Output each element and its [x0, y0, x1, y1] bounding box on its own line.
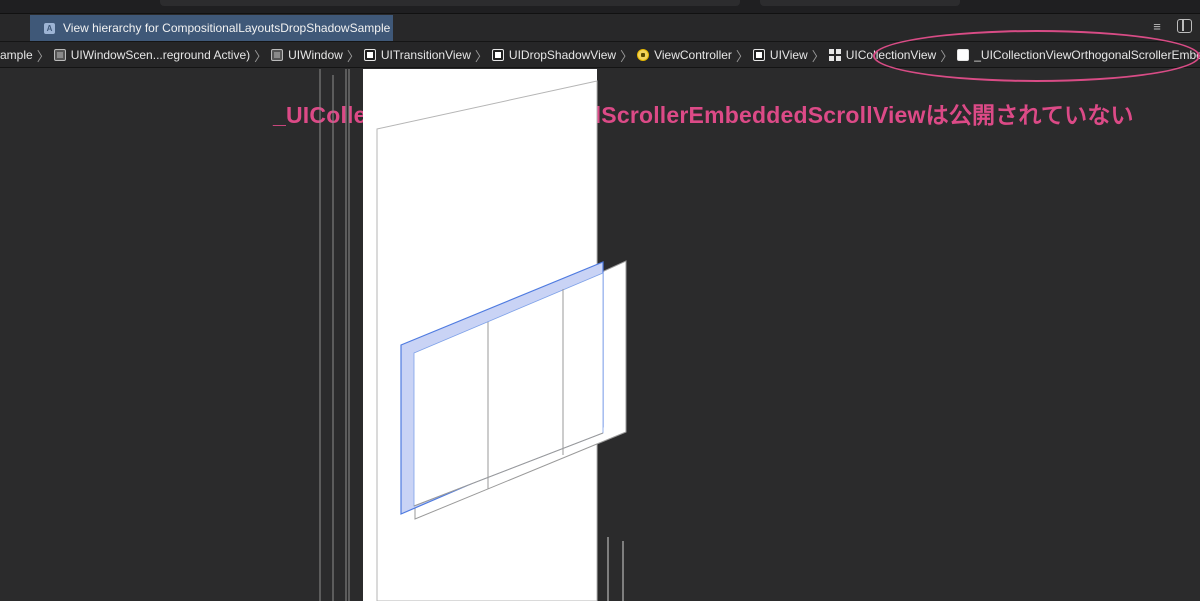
tab-view-hierarchy[interactable]: A View hierarchy for CompositionalLayout…	[30, 15, 393, 41]
view-icon	[363, 49, 376, 61]
breadcrumb-item[interactable]: UIView	[752, 42, 808, 67]
top-toolbar-remnant-2	[760, 0, 960, 6]
lines-icon[interactable]: ≡	[1149, 19, 1165, 35]
chevron-right-icon: 〉	[346, 48, 360, 64]
scroll-indicator-lines	[607, 537, 624, 601]
tab-title: View hierarchy for CompositionalLayoutsD…	[63, 21, 391, 35]
breadcrumb-item[interactable]: UIDropShadowView	[491, 42, 617, 67]
view-icon	[491, 49, 504, 61]
breadcrumb-item[interactable]: UIWindowScen...reground Active)	[53, 42, 251, 67]
breadcrumb-label: ViewController	[654, 48, 732, 62]
app-icon: A	[44, 22, 55, 34]
breadcrumb-label: UIView	[769, 48, 808, 62]
view-controller-icon	[637, 49, 650, 61]
back-layer-lines	[319, 69, 350, 601]
breadcrumb-item[interactable]: ample	[0, 42, 33, 67]
collection-grid-icon	[828, 49, 841, 61]
window-top-strip	[0, 0, 1200, 14]
breadcrumb-label: UITransitionView	[380, 48, 471, 62]
view-icon	[271, 49, 284, 61]
breadcrumb-item[interactable]: UITransitionView	[363, 42, 471, 67]
exploded-3d-view[interactable]	[0, 69, 1200, 601]
chevron-right-icon: 〉	[36, 48, 50, 64]
inspector-panel-icon[interactable]	[1177, 19, 1192, 33]
chevron-right-icon: 〉	[254, 48, 268, 64]
breadcrumb-item[interactable]: UIWindow	[271, 42, 343, 67]
tab-bar-actions: ≡	[1149, 19, 1192, 35]
breadcrumb-label: UIWindowScen...reground Active)	[70, 48, 251, 62]
breadcrumb-item[interactable]: ViewController	[637, 42, 732, 67]
view-icon	[53, 49, 66, 61]
view-icon	[752, 49, 765, 61]
chevron-right-icon: 〉	[811, 48, 825, 64]
chevron-right-icon: 〉	[620, 48, 634, 64]
top-toolbar-remnant	[160, 0, 740, 6]
breadcrumb-label: ample	[0, 48, 33, 62]
breadcrumb-label: UIDropShadowView	[508, 48, 617, 62]
breadcrumb-label: UIWindow	[288, 48, 343, 62]
view-hierarchy-canvas[interactable]	[0, 69, 1200, 601]
chevron-right-icon: 〉	[735, 48, 749, 64]
chevron-right-icon: 〉	[474, 48, 488, 64]
